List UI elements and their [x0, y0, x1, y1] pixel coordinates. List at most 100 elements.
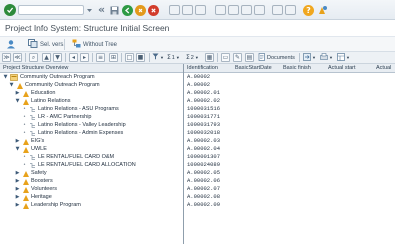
tree-node-label: LR - AMC Partnership: [38, 114, 92, 120]
find-next-icon[interactable]: [195, 4, 206, 16]
expand-icon[interactable]: ▶: [15, 201, 20, 209]
shortcut-icon[interactable]: [285, 4, 296, 16]
next-page-icon[interactable]: [241, 4, 252, 16]
edit-pencil-icon[interactable]: ✎: [233, 53, 242, 62]
tree-row[interactable]: ▼ Latino Relations A.00002.02: [0, 97, 395, 105]
without-tree-label: Without Tree: [83, 41, 118, 48]
collapse-all-icon[interactable]: ≪: [13, 53, 22, 62]
expand-icon[interactable]: ▶: [15, 177, 20, 185]
tree-node-label: UWLE: [31, 146, 47, 152]
documents-button[interactable]: Documents: [258, 52, 295, 63]
next-column-icon[interactable]: ▸: [80, 53, 89, 62]
column-header-actual-start[interactable]: Actual start: [328, 65, 356, 71]
tree-row[interactable]: ▶ EIG's A.00002.03: [0, 137, 395, 145]
column-header-identification[interactable]: Identification: [187, 65, 218, 71]
export-icon: [303, 52, 311, 63]
tree-node-label: Latino Relations - Valley Leadership: [38, 122, 126, 128]
expand-icon[interactable]: ▶: [15, 185, 20, 193]
sel-vers-label: Sel. vers.: [40, 41, 66, 48]
column-header-basic-finish[interactable]: Basic finish: [283, 65, 311, 71]
expand-icon[interactable]: ▶: [15, 89, 20, 97]
expand-icon[interactable]: ▶: [15, 137, 20, 145]
tree-row[interactable]: • Latino Relations - Admin Expenses 1000…: [0, 129, 395, 137]
subtotal-dropdown[interactable]: Σ 2 ▼: [186, 53, 199, 62]
print-preview-dropdown[interactable]: ▼: [320, 52, 333, 62]
back-nav-icon[interactable]: [122, 4, 133, 16]
new-session-icon[interactable]: [272, 4, 283, 16]
command-field[interactable]: [18, 5, 84, 15]
tree-row[interactable]: • LR - AMC Partnership 1000031771: [0, 113, 395, 121]
table-icon[interactable]: ▤: [245, 53, 254, 62]
expand-icon[interactable]: ▶: [15, 169, 20, 177]
collapse-icon[interactable]: ▼: [9, 81, 14, 89]
chevron-down-icon: ▼: [194, 55, 199, 60]
collapse-icon[interactable]: ▼: [15, 97, 20, 105]
profile-button[interactable]: [6, 39, 16, 50]
cancel-icon[interactable]: [148, 4, 159, 16]
tree-node-label: Heritage: [31, 194, 52, 200]
chevron-down-icon: ▼: [346, 55, 350, 60]
identification-value: A.00002.02: [187, 97, 221, 104]
customize-layout-icon[interactable]: [317, 4, 328, 16]
enter-icon[interactable]: [4, 4, 16, 16]
column-header-overview[interactable]: Project Structure Overview: [3, 65, 68, 71]
subtotal-icon: Σ: [186, 54, 190, 61]
wbs-element-icon: [16, 82, 23, 89]
tree-row[interactable]: ▼ Community Outreach Program A.00002: [0, 81, 395, 89]
tree-row[interactable]: ▶ Leadership Program A.00002.09: [0, 201, 395, 209]
expand-icon[interactable]: ▶: [15, 193, 20, 201]
tree-row[interactable]: ▼ Community Outreach Program A.00002: [0, 73, 395, 81]
help-icon[interactable]: ?: [303, 4, 314, 16]
chevron-down-icon: ▼: [160, 55, 164, 60]
find-icon[interactable]: [182, 4, 193, 16]
tree-row[interactable]: ▶ Safety A.00002.05: [0, 169, 395, 177]
identification-value: A.00002.05: [187, 169, 221, 176]
save-icon[interactable]: [109, 4, 119, 16]
expand-all-icon[interactable]: ≫: [2, 53, 11, 62]
back-icon[interactable]: «: [97, 4, 106, 16]
chevron-down-icon: ▼: [329, 55, 333, 60]
filter-dropdown[interactable]: ▼: [152, 53, 164, 62]
tree-row[interactable]: ▶ Volunteers A.00002.07: [0, 185, 395, 193]
tree-row[interactable]: • LE RENTAL/FUEL CARD ALLOCATION 1000024…: [0, 161, 395, 169]
sort-ascending-icon[interactable]: ▲: [42, 53, 51, 62]
layout-icon[interactable]: ▦: [205, 53, 214, 62]
first-page-icon[interactable]: [215, 4, 226, 16]
wbs-element-icon: [22, 146, 29, 153]
sort-descending-icon[interactable]: ▼: [53, 53, 62, 62]
graphic-icon[interactable]: ▭: [221, 53, 230, 62]
tree-row[interactable]: ▶ Heritage A.00002.08: [0, 193, 395, 201]
hierarchy-icon[interactable]: ⊞: [109, 53, 118, 62]
tree-row[interactable]: • Latino Relations - Valley Leadership 1…: [0, 121, 395, 129]
documents-icon: [258, 52, 266, 63]
sel-vers-button[interactable]: Sel. vers.: [28, 39, 65, 50]
find-icon[interactable]: ⌕: [29, 53, 38, 62]
exit-icon[interactable]: [135, 4, 146, 16]
tree-row[interactable]: ▼ UWLE A.00002.04: [0, 145, 395, 153]
export-dropdown[interactable]: ▼: [303, 52, 316, 63]
without-tree-button[interactable]: Without Tree: [72, 39, 117, 50]
details-icon[interactable]: ≡: [96, 53, 105, 62]
column-header-actual-finish[interactable]: Actual: [376, 65, 391, 71]
collapse-icon[interactable]: ▼: [3, 73, 8, 81]
sum-dropdown[interactable]: Σ 1 ▼: [167, 53, 180, 62]
mark-icon[interactable]: □: [125, 53, 134, 62]
print-icon[interactable]: [169, 4, 180, 16]
network-icon: [29, 114, 36, 121]
views-dropdown[interactable]: ▼: [337, 52, 350, 62]
collapse-icon[interactable]: ▼: [15, 145, 20, 153]
previous-page-icon[interactable]: [228, 4, 239, 16]
previous-column-icon[interactable]: ◂: [69, 53, 78, 62]
last-page-icon[interactable]: [254, 4, 265, 16]
column-header-basic-start[interactable]: BasicStartDate: [235, 65, 272, 71]
wbs-element-icon: [22, 98, 29, 105]
command-field-dropdown-icon[interactable]: [86, 5, 93, 15]
mark-block-icon[interactable]: ■: [136, 53, 145, 62]
tree-row[interactable]: ▶ Education A.00002.01: [0, 89, 395, 97]
tree-row[interactable]: ▶ Boosters A.00002.06: [0, 177, 395, 185]
leaf-bullet-icon: •: [23, 106, 26, 112]
tree-node-label: Latino Relations - Admin Expenses: [38, 130, 124, 136]
tree-row[interactable]: • LE RENTAL/FUEL CARD O&M 1000001307: [0, 153, 395, 161]
tree-row[interactable]: • Latino Relations - ASU Programs 100003…: [0, 105, 395, 113]
wbs-element-icon: [22, 202, 29, 209]
